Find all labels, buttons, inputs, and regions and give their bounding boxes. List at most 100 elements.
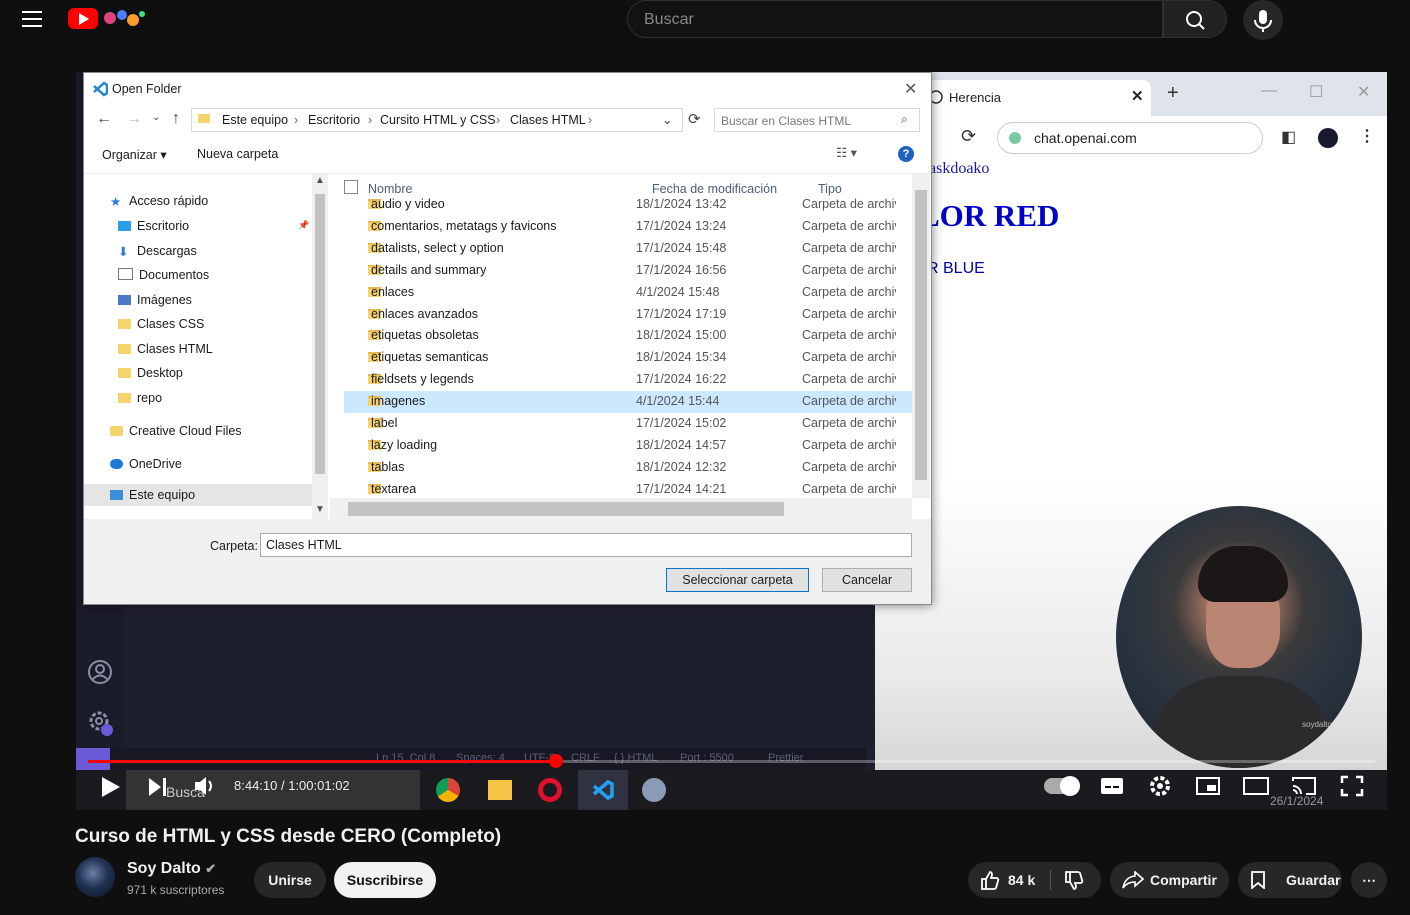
doodle-icon[interactable]: [100, 6, 148, 30]
chrome-menu-icon[interactable]: ⋮: [1359, 126, 1375, 146]
like-count[interactable]: 84 k: [1008, 862, 1035, 898]
dislike-icon[interactable]: [1064, 871, 1084, 891]
nav-scrollbar[interactable]: ▲ ▼: [312, 174, 328, 520]
play-icon[interactable]: [98, 774, 122, 800]
voice-search-button[interactable]: [1243, 0, 1283, 40]
search-input[interactable]: Buscar: [627, 0, 1163, 38]
chevron-down-icon[interactable]: ⌄: [662, 112, 672, 127]
breadcrumb[interactable]: Este equipo › Escritorio › Cursito HTML …: [191, 108, 683, 132]
youtube-logo-icon[interactable]: [68, 8, 98, 29]
autoplay-toggle[interactable]: [1044, 776, 1080, 796]
subtitles-icon[interactable]: [1100, 776, 1124, 796]
folder-row[interactable]: imagenes 4/1/2024 15:44 Carpeta de archiv: [344, 391, 912, 414]
nav-item-imagenes[interactable]: Imágenes: [118, 293, 192, 315]
nav-item-escritorio[interactable]: Escritorio: [118, 219, 189, 241]
remote-indicator[interactable]: [76, 748, 110, 770]
folder-row[interactable]: audio y video 18/1/2024 13:42 Carpeta de a…: [344, 194, 912, 216]
folder-row[interactable]: tablas 18/1/2024 12:32 Carpeta de archiv: [344, 457, 912, 479]
nav-item-documentos[interactable]: Documentos: [118, 268, 209, 290]
join-button[interactable]: Unirse: [254, 862, 326, 898]
vscode-taskbar-item[interactable]: [578, 770, 628, 810]
channel-name[interactable]: Soy Dalto ✔: [127, 860, 216, 878]
next-icon[interactable]: [146, 776, 170, 798]
folder-row[interactable]: lazy loading 18/1/2024 14:57 Carpeta de ar…: [344, 435, 912, 457]
side-panel-icon[interactable]: ◧: [1281, 127, 1296, 147]
forward-arrow-icon[interactable]: →: [126, 110, 142, 128]
select-folder-button[interactable]: Seleccionar carpeta: [666, 568, 809, 592]
window-close-icon[interactable]: ✕: [1357, 82, 1370, 102]
folder-row[interactable]: details and summary 17/1/2024 16:56 Carpet…: [344, 260, 912, 282]
recent-dropdown-icon[interactable]: ⌄: [152, 112, 160, 123]
folder-row[interactable]: fieldsets y legends 17/1/2024 16:22 Carpet…: [344, 369, 912, 391]
list-scrollbar[interactable]: [912, 174, 930, 498]
hscroll-thumb[interactable]: [348, 502, 784, 516]
organize-button[interactable]: Organizar ▾: [102, 147, 167, 162]
paint-taskbar-icon[interactable]: [642, 778, 666, 802]
reload-icon[interactable]: ⟳: [961, 126, 976, 147]
chrome-taskbar-icon[interactable]: [436, 778, 460, 802]
video-player[interactable]: Ln 15, Col 8 Spaces: 4 UTF-8 CRLF { } HT…: [76, 72, 1387, 810]
subscribe-button[interactable]: Suscribirse: [334, 862, 436, 898]
breadcrumb-este-equipo[interactable]: Este equipo: [222, 113, 288, 127]
back-arrow-icon[interactable]: ←: [96, 110, 112, 128]
folder-name-input[interactable]: Clases HTML: [260, 533, 912, 557]
settings-icon[interactable]: [1148, 774, 1172, 798]
folder-row[interactable]: etiquetas obsoletas 18/1/2024 15:00 Carpet…: [344, 325, 912, 347]
nav-item-clases-html[interactable]: Clases HTML: [118, 342, 213, 364]
progress-played[interactable]: [88, 760, 557, 763]
theater-mode-icon[interactable]: [1243, 777, 1269, 795]
account-icon[interactable]: [86, 658, 114, 686]
cancel-button[interactable]: Cancelar: [822, 568, 912, 592]
opera-taskbar-icon[interactable]: [538, 778, 562, 802]
select-all-checkbox[interactable]: [344, 180, 358, 194]
tab-close-icon[interactable]: ✕: [1131, 87, 1144, 105]
folder-row[interactable]: label 17/1/2024 15:02 Carpeta de archiv: [344, 413, 912, 435]
nav-item-creative-cloud[interactable]: Creative Cloud Files: [110, 424, 242, 446]
explorer-taskbar-icon[interactable]: [488, 780, 512, 800]
menu-icon[interactable]: [22, 11, 42, 27]
maximize-icon[interactable]: ☐: [1309, 82, 1323, 102]
new-tab-icon[interactable]: +: [1167, 82, 1179, 105]
help-icon[interactable]: ?: [898, 146, 914, 162]
profile-avatar[interactable]: [1318, 128, 1338, 148]
share-button[interactable]: Compartir: [1110, 862, 1229, 898]
folder-row[interactable]: enlaces 4/1/2024 15:48 Carpeta de archiv: [344, 282, 912, 304]
like-icon[interactable]: [980, 870, 1000, 890]
more-actions-button[interactable]: ⋯: [1351, 862, 1387, 898]
minimize-icon[interactable]: —: [1261, 82, 1277, 100]
nav-item-desktop[interactable]: Desktop: [118, 366, 183, 388]
nav-item-clases-css[interactable]: Clases CSS: [118, 317, 204, 339]
scroll-up-icon[interactable]: ▲: [315, 175, 325, 186]
cast-icon[interactable]: [1291, 775, 1317, 797]
breadcrumb-clases-html[interactable]: Clases HTML: [510, 113, 586, 127]
breadcrumb-escritorio[interactable]: Escritorio: [308, 113, 360, 127]
site-info-icon[interactable]: [1008, 131, 1022, 145]
nav-scroll-thumb[interactable]: [315, 194, 325, 474]
nav-item-repo[interactable]: repo: [118, 391, 162, 413]
folder-row[interactable]: etiquetas semanticas 18/1/2024 15:34 Carpe…: [344, 347, 912, 369]
nav-item-descargas[interactable]: ⬇ Descargas: [118, 244, 197, 266]
scroll-down-icon[interactable]: ▼: [315, 504, 325, 515]
dialog-search-input[interactable]: Buscar en Clases HTML ⌕: [714, 108, 920, 132]
view-options-icon[interactable]: ☷ ▾: [836, 145, 857, 160]
folder-row[interactable]: comentarios, metatags y favicons 17/1/202…: [344, 216, 912, 238]
nav-item-onedrive[interactable]: OneDrive: [110, 457, 182, 479]
nav-item-este-equipo[interactable]: Este equipo: [84, 484, 312, 506]
list-horizontal-scrollbar[interactable]: [330, 498, 912, 520]
channel-avatar[interactable]: [75, 857, 115, 897]
up-arrow-icon[interactable]: ↑: [172, 110, 180, 128]
fullscreen-icon[interactable]: [1340, 775, 1364, 797]
chrome-tab[interactable]: Herencia ✕: [921, 80, 1151, 116]
address-bar[interactable]: chat.openai.com: [997, 122, 1263, 154]
folder-row[interactable]: datalists, select y option 17/1/2024 15:4…: [344, 238, 912, 260]
refresh-icon[interactable]: ⟳: [688, 110, 701, 128]
save-button[interactable]: Guardar: [1238, 862, 1342, 898]
miniplayer-icon[interactable]: [1196, 776, 1220, 796]
list-scroll-thumb[interactable]: [915, 190, 927, 480]
nav-item-quick-access[interactable]: ★ Acceso rápido: [110, 194, 208, 216]
settings-gear-icon[interactable]: [86, 708, 116, 738]
dialog-close-icon[interactable]: ✕: [904, 79, 917, 99]
search-button[interactable]: [1163, 0, 1227, 38]
folder-row[interactable]: enlaces avanzados 17/1/2024 17:19 Carpeta …: [344, 304, 912, 326]
breadcrumb-cursito[interactable]: Cursito HTML y CSS: [380, 113, 496, 127]
